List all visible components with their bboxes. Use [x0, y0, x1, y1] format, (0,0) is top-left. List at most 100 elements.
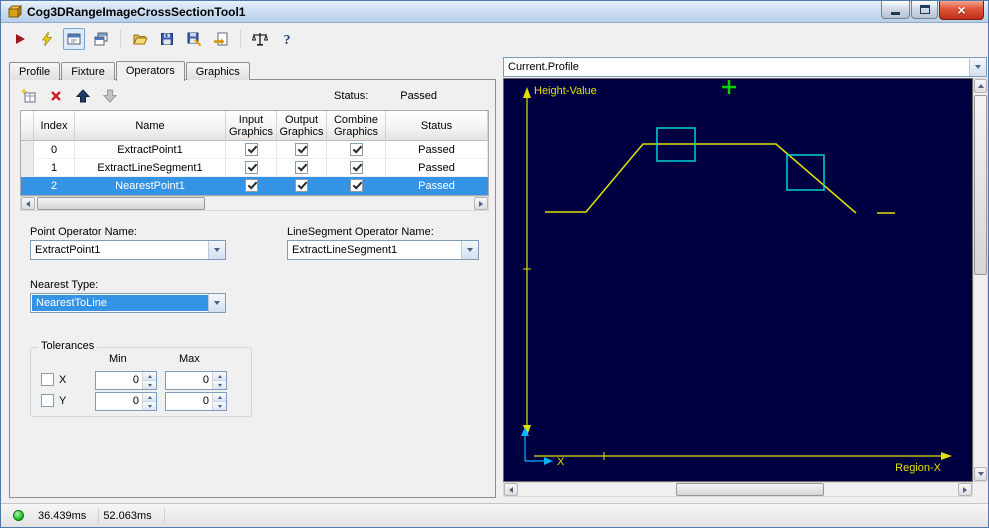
combine-graphics-checkbox[interactable]	[349, 161, 363, 174]
spin-up-button[interactable]	[213, 393, 226, 402]
combine-graphics-checkbox[interactable]	[349, 179, 363, 192]
profile-display[interactable]: Height-Value Region-X X	[503, 78, 973, 482]
svg-text:?: ?	[284, 33, 291, 47]
cell-index: 0	[34, 141, 75, 159]
tab-label: Fixture	[71, 65, 105, 78]
spinner-value: 0	[132, 374, 139, 386]
import-tool-button[interactable]	[210, 28, 232, 50]
tolerance-x-max-spinner[interactable]: 0	[165, 371, 227, 390]
scroll-left-button[interactable]	[504, 483, 518, 496]
toolbar-separator	[240, 30, 241, 48]
linesegment-operator-combobox[interactable]: ExtractLineSegment1	[287, 240, 479, 260]
dropdown-button[interactable]	[208, 294, 225, 312]
display-record-combobox[interactable]: Current.Profile	[503, 57, 987, 77]
save-tool-button[interactable]	[156, 28, 178, 50]
scroll-down-button[interactable]	[974, 467, 987, 481]
spin-down-button[interactable]	[143, 402, 156, 410]
output-graphics-checkbox[interactable]	[295, 161, 308, 174]
input-graphics-checkbox[interactable]	[244, 143, 258, 156]
add-operator-button[interactable]	[20, 87, 38, 105]
open-tool-button[interactable]	[129, 28, 151, 50]
floating-tool-editor-icon	[67, 33, 81, 45]
column-header-status[interactable]: Status	[386, 111, 488, 141]
total-time: 52.063ms	[99, 507, 165, 524]
scroll-right-button[interactable]	[474, 197, 488, 210]
input-graphics-checkbox[interactable]	[244, 179, 258, 192]
row-selector[interactable]	[21, 177, 34, 195]
output-graphics-checkbox[interactable]	[295, 143, 308, 156]
operators-toolbar: Status: Passed	[20, 86, 485, 106]
column-header-index[interactable]: Index	[34, 111, 75, 141]
move-down-button[interactable]	[101, 87, 119, 105]
spin-down-button[interactable]	[213, 402, 226, 410]
tolerance-y-checkbox[interactable]	[41, 394, 54, 407]
dropdown-button[interactable]	[461, 241, 478, 259]
table-row[interactable]: 0 ExtractPoint1 Passed	[21, 141, 488, 159]
input-graphics-checkbox[interactable]	[244, 161, 258, 174]
profile-chart-svg[interactable]: Height-Value Region-X X	[504, 79, 972, 481]
cell-status: Passed	[386, 177, 488, 195]
scroll-thumb[interactable]	[37, 197, 205, 210]
combine-graphics-checkbox[interactable]	[349, 143, 363, 156]
point-operator-combobox[interactable]: ExtractPoint1	[30, 240, 226, 260]
tolerance-x-checkbox[interactable]	[41, 373, 54, 386]
scroll-left-icon	[26, 200, 30, 207]
display-vertical-scrollbar[interactable]	[973, 78, 988, 482]
minimize-button[interactable]	[881, 1, 910, 19]
tab-graphics[interactable]: Graphics	[185, 62, 250, 80]
spin-down-button[interactable]	[143, 381, 156, 389]
run-button[interactable]	[9, 28, 31, 50]
balance-button[interactable]	[249, 28, 271, 50]
tolerance-y-max-spinner[interactable]: 0	[165, 392, 227, 411]
tab-profile[interactable]: Profile	[9, 62, 61, 80]
origin-x-label: X	[557, 456, 565, 468]
scroll-up-button[interactable]	[974, 79, 987, 93]
maximize-button[interactable]	[911, 1, 938, 19]
floating-tool-editor-button[interactable]	[63, 28, 85, 50]
scroll-thumb[interactable]	[676, 483, 824, 496]
output-graphics-checkbox[interactable]	[295, 179, 308, 192]
cell-status: Passed	[386, 141, 488, 159]
tolerance-x-min-spinner[interactable]: 0	[95, 371, 157, 390]
dropdown-button[interactable]	[208, 241, 225, 259]
help-button[interactable]: ?	[276, 28, 298, 50]
close-icon: ×	[957, 2, 966, 18]
table-row[interactable]: 1 ExtractLineSegment1 Passed	[21, 159, 488, 177]
chevron-down-icon	[467, 248, 473, 252]
row-selector[interactable]	[21, 141, 34, 159]
close-button[interactable]: ×	[939, 1, 984, 20]
tab-operators[interactable]: Operators	[115, 61, 185, 81]
scroll-left-button[interactable]	[21, 197, 35, 210]
spin-up-button[interactable]	[143, 372, 156, 381]
tab-fixture[interactable]: Fixture	[61, 62, 115, 80]
window-controls: ×	[881, 1, 984, 20]
row-selector[interactable]	[21, 159, 34, 177]
column-header-input[interactable]: Input Graphics	[226, 111, 277, 141]
table-row-selected[interactable]: 2 NearestPoint1 Passed	[21, 177, 488, 195]
title-bar[interactable]: Cog3DRangeImageCrossSectionTool1	[1, 1, 988, 23]
spin-up-button[interactable]	[213, 372, 226, 381]
column-header-name[interactable]: Name	[75, 111, 226, 141]
point-operator-label: Point Operator Name:	[30, 226, 137, 238]
save-results-button[interactable]	[183, 28, 205, 50]
scroll-right-button[interactable]	[958, 483, 972, 496]
move-up-button[interactable]	[74, 87, 92, 105]
electric-run-button[interactable]	[36, 28, 58, 50]
nearest-type-combobox[interactable]: NearestToLine	[30, 293, 226, 313]
delete-operator-button[interactable]	[47, 87, 65, 105]
column-header-output[interactable]: Output Graphics	[277, 111, 327, 141]
grid-corner	[21, 111, 34, 141]
copy-tool-button[interactable]	[90, 28, 112, 50]
grid-horizontal-scrollbar[interactable]	[20, 196, 489, 211]
display-horizontal-scrollbar[interactable]	[503, 482, 973, 497]
tolerance-y-min-spinner[interactable]: 0	[95, 392, 157, 411]
scroll-left-icon	[509, 486, 513, 493]
dropdown-button[interactable]	[969, 58, 986, 76]
operators-page: Status: Passed Index Name Input Graphics…	[9, 79, 496, 498]
spin-up-button[interactable]	[143, 393, 156, 402]
scroll-thumb[interactable]	[974, 95, 987, 275]
column-header-combine[interactable]: Combine Graphics	[327, 111, 386, 141]
chevron-down-icon	[214, 248, 220, 252]
grid-header-row: Index Name Input Graphics Output Graphic…	[21, 111, 488, 141]
spin-down-button[interactable]	[213, 381, 226, 389]
